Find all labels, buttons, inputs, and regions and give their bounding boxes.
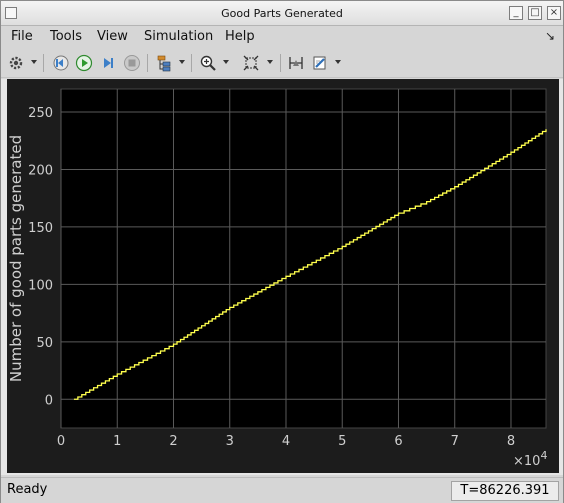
- menu-tools[interactable]: Tools: [50, 29, 82, 44]
- menu-simulation[interactable]: Simulation: [144, 29, 213, 44]
- fit-dropdown-icon[interactable]: [267, 60, 273, 64]
- toolbar-separator: [191, 54, 192, 72]
- menu-view[interactable]: View: [97, 29, 128, 44]
- scope-window: Good Parts Generated _ □ × File Tools Vi…: [0, 0, 564, 503]
- simulation-time: T=86226.391: [451, 481, 559, 501]
- x-tick-label: 4: [282, 434, 290, 449]
- axes-background: [60, 88, 547, 429]
- x-tick-label: 2: [169, 434, 177, 449]
- x-tick-label: 3: [226, 434, 234, 449]
- cursor-measure-icon[interactable]: [286, 53, 306, 73]
- signal-dropdown-icon[interactable]: [179, 60, 185, 64]
- y-tick-label: 150: [28, 221, 53, 236]
- settings-icon[interactable]: [6, 53, 26, 73]
- run-icon[interactable]: [74, 53, 94, 73]
- x-tick-label: 8: [507, 434, 515, 449]
- x-tick-label: 6: [394, 434, 402, 449]
- y-tick-label: 200: [28, 163, 53, 178]
- x-tick-label: 0: [57, 434, 65, 449]
- window-title: Good Parts Generated: [221, 7, 343, 20]
- fit-to-view-icon[interactable]: [241, 53, 261, 73]
- x-exponent-base: ×10: [513, 454, 540, 469]
- y-tick-label: 250: [28, 106, 53, 121]
- minimize-icon[interactable]: _: [509, 6, 523, 20]
- x-tick-label: 7: [451, 434, 459, 449]
- x-tick-label: 5: [338, 434, 346, 449]
- style-dropdown-icon[interactable]: [335, 60, 341, 64]
- settings-dropdown-icon[interactable]: [31, 60, 37, 64]
- scope-plot[interactable]: 0 1 2 3 4 5 6 7 8 0 50 100 150 200 250 Number of good …: [1, 79, 563, 475]
- signal-hierarchy-icon[interactable]: [154, 53, 174, 73]
- y-axis-label: Number of good parts generated: [7, 135, 25, 382]
- step-forward-icon[interactable]: [98, 53, 118, 73]
- toolbar-separator: [43, 54, 44, 72]
- toolbar-separator: [147, 54, 148, 72]
- style-icon[interactable]: [310, 53, 330, 73]
- menu-dock-arrow-icon[interactable]: ↘: [545, 29, 555, 43]
- y-tick-label: 0: [45, 393, 53, 408]
- x-exponent-label: ×104: [513, 449, 547, 469]
- menu-file[interactable]: File: [11, 29, 33, 44]
- menu-bar: File Tools View Simulation Help ↘: [1, 26, 563, 48]
- status-bar: Ready T=86226.391: [1, 477, 563, 503]
- y-tick-label: 100: [28, 278, 53, 293]
- stop-icon[interactable]: [122, 53, 142, 73]
- close-icon[interactable]: ×: [547, 6, 561, 20]
- zoom-icon[interactable]: [198, 53, 218, 73]
- title-bar: Good Parts Generated _ □ ×: [1, 1, 563, 26]
- x-exponent-power: 4: [540, 449, 547, 462]
- toolbar-separator: [280, 54, 281, 72]
- y-tick-label: 50: [36, 336, 53, 351]
- step-back-icon[interactable]: [51, 53, 71, 73]
- zoom-dropdown-icon[interactable]: [223, 60, 229, 64]
- maximize-icon[interactable]: □: [528, 6, 542, 20]
- status-text: Ready: [7, 482, 48, 497]
- toolbar: [1, 48, 563, 78]
- x-tick-label: 1: [113, 434, 121, 449]
- menu-help[interactable]: Help: [225, 29, 255, 44]
